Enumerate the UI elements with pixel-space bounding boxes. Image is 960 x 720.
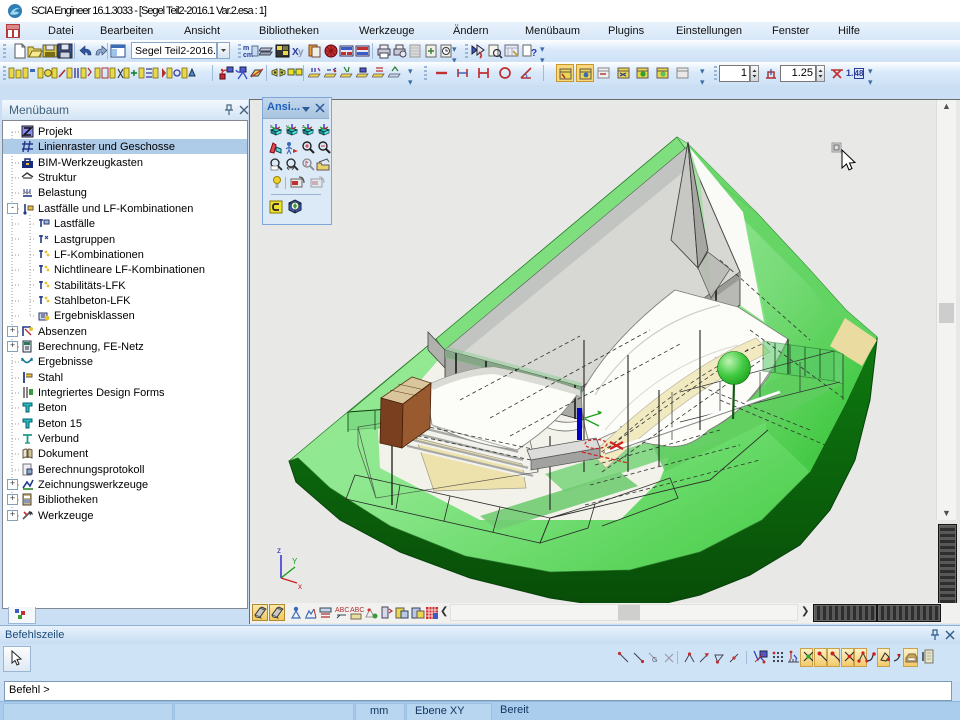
svg-text:Y: Y xyxy=(292,557,298,566)
svg-text:y: y xyxy=(298,47,304,58)
svg-text:x: x xyxy=(298,582,302,591)
svg-text:ABC: ABC xyxy=(350,607,364,614)
svg-text:ABC: ABC xyxy=(335,607,349,614)
svg-text:z: z xyxy=(277,546,281,555)
svg-text:m: m xyxy=(243,45,249,52)
svg-text:G: G xyxy=(652,657,657,664)
svg-text:?: ? xyxy=(531,48,537,59)
